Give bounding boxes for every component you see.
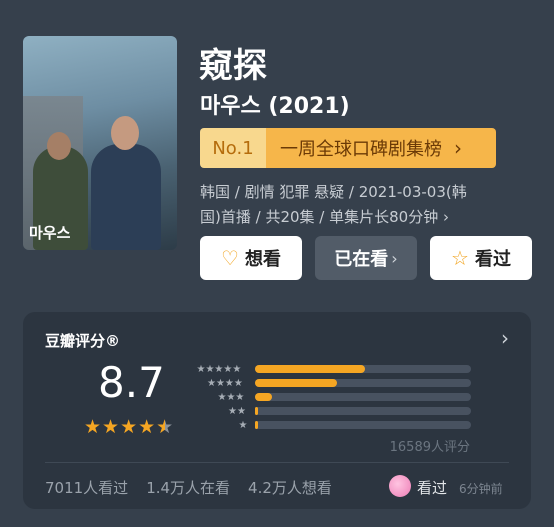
page-title: 窥探 xyxy=(199,46,267,86)
rating-row-3: ★★★ xyxy=(195,390,495,404)
rating-bar-fill xyxy=(255,365,365,373)
rating-row-stars: ★★★★★ xyxy=(196,363,242,375)
rating-row-stars: ★ xyxy=(238,419,248,431)
meta-text: 韩国 / 剧情 犯罪 悬疑 / 2021-03-03(韩国)首播 / 共20集 … xyxy=(200,183,467,226)
rating-bar-track xyxy=(255,393,471,401)
rating-row-5: ★★★★★ xyxy=(195,362,495,376)
rating-row-stars: ★★ xyxy=(228,405,246,417)
rating-bar-track xyxy=(255,421,471,429)
want-button[interactable]: ♡ 想看 xyxy=(200,236,302,280)
poster-head-left xyxy=(47,132,71,160)
rating-count: 16589人评分 xyxy=(389,440,470,455)
chevron-right-icon: › xyxy=(454,136,462,160)
chevron-right-icon: › xyxy=(443,208,449,226)
friend-action: 看过 xyxy=(417,479,448,497)
poster-figure-right xyxy=(91,144,161,250)
rating-row-stars: ★★★ xyxy=(217,391,245,403)
stat-watching[interactable]: 1.4万人在看 xyxy=(146,477,230,498)
rating-row-1: ★ xyxy=(195,418,495,432)
watching-label: 已在看 xyxy=(334,249,389,270)
rating-row-2: ★★ xyxy=(195,404,495,418)
seen-label: 看过 xyxy=(474,249,511,270)
chevron-right-icon: › xyxy=(391,248,398,268)
poster-head-right xyxy=(111,116,139,150)
watching-button[interactable]: 已在看 › xyxy=(315,236,417,280)
friend-time: 6分钟前 xyxy=(459,482,503,496)
divider xyxy=(45,462,509,463)
rating-bar-track xyxy=(255,407,471,415)
stat-seen[interactable]: 7011人看过 xyxy=(45,477,128,498)
rating-bar-track xyxy=(255,379,471,387)
heart-plus-icon: ♡ xyxy=(221,246,239,270)
avatar[interactable] xyxy=(389,475,411,497)
rating-star-half: ★ xyxy=(156,416,175,438)
rating-score: 8.7 xyxy=(98,358,165,407)
want-label: 想看 xyxy=(244,249,281,270)
rating-row-4: ★★★★ xyxy=(195,376,495,390)
meta-info[interactable]: 韩国 / 剧情 犯罪 悬疑 / 2021-03-03(韩国)首播 / 共20集 … xyxy=(200,180,480,230)
rating-bar-fill xyxy=(255,393,272,401)
poster-title: 마우스 xyxy=(29,224,71,242)
rank-list: 一周全球口碑剧集榜 › xyxy=(266,128,496,168)
rank-number: No.1 xyxy=(200,128,266,168)
chevron-right-icon[interactable]: › xyxy=(501,326,509,350)
poster-image[interactable]: 마우스 xyxy=(23,36,177,250)
rating-header: 豆瓣评分® xyxy=(45,332,121,350)
rating-bar-fill xyxy=(255,407,258,415)
rank-list-name: 一周全球口碑剧集榜 xyxy=(280,139,442,160)
original-title: 마우스 (2021) xyxy=(200,94,350,119)
rating-stars-full: ★★★★ xyxy=(84,416,157,438)
stat-want[interactable]: 4.2万人想看 xyxy=(248,477,332,498)
rating-bar-fill xyxy=(255,379,337,387)
rating-bar-fill xyxy=(255,421,258,429)
seen-button[interactable]: ☆ 看过 xyxy=(430,236,532,280)
rating-bar-track xyxy=(255,365,471,373)
rank-badge[interactable]: No.1 一周全球口碑剧集榜 › xyxy=(200,128,496,168)
rating-stars: ★★★★★ xyxy=(84,416,174,438)
rating-panel[interactable]: 豆瓣评分® › 8.7 ★★★★★ ★★★★★ ★★★★ ★★★ ★★ ★ 16589人… xyxy=(23,312,531,509)
rating-row-stars: ★★★★ xyxy=(207,377,243,389)
stats-row: 7011人看过 1.4万人在看 4.2万人想看 xyxy=(45,477,332,498)
star-outline-icon: ☆ xyxy=(451,246,469,270)
